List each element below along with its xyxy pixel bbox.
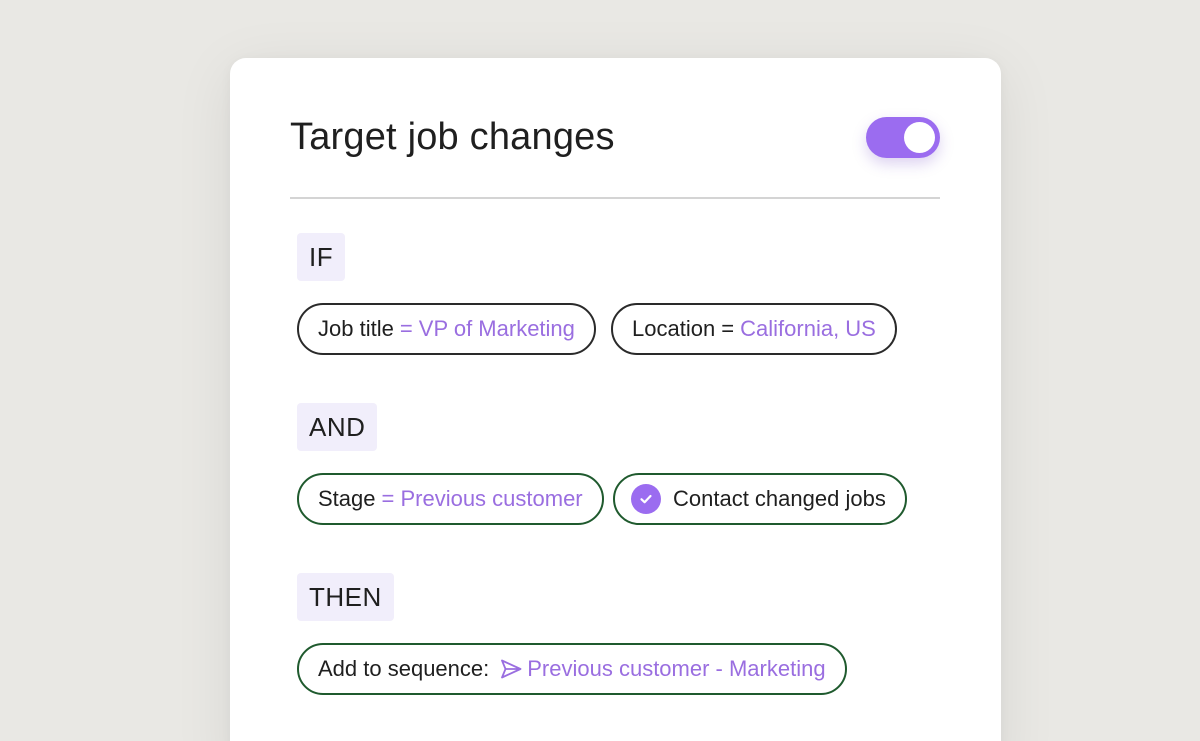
condition-pill-job-title[interactable]: Job title = VP of Marketing [297,303,596,355]
condition-key: Location = [632,316,735,341]
action-key: Add to sequence: [318,656,490,681]
condition-key: Stage [318,486,376,511]
divider [290,197,940,199]
condition-value: = Previous customer [381,486,583,511]
condition-key: Contact changed jobs [673,486,886,511]
condition-pill-stage[interactable]: Stage = Previous customer [297,473,604,525]
if-label: IF [297,233,346,281]
condition-pill-contact-changed-jobs[interactable]: Contact changed jobs [613,473,907,525]
rule-card: Target job changes IF Job title = VP of … [230,58,1001,741]
then-label: THEN [297,573,394,621]
action-value: Previous customer - Marketing [527,656,826,681]
condition-key: Job title [318,316,394,341]
card-title: Target job changes [290,116,615,158]
and-label: AND [297,403,378,451]
enable-toggle[interactable] [866,117,940,158]
check-circle-icon [631,484,661,514]
condition-pill-location[interactable]: Location = California, US [611,303,897,355]
send-icon [499,657,523,681]
action-pill-add-to-sequence[interactable]: Add to sequence: Previous customer - Mar… [297,643,847,695]
condition-value: = VP of Marketing [399,316,575,341]
toggle-knob [904,122,935,153]
condition-value: California, US [740,316,876,341]
